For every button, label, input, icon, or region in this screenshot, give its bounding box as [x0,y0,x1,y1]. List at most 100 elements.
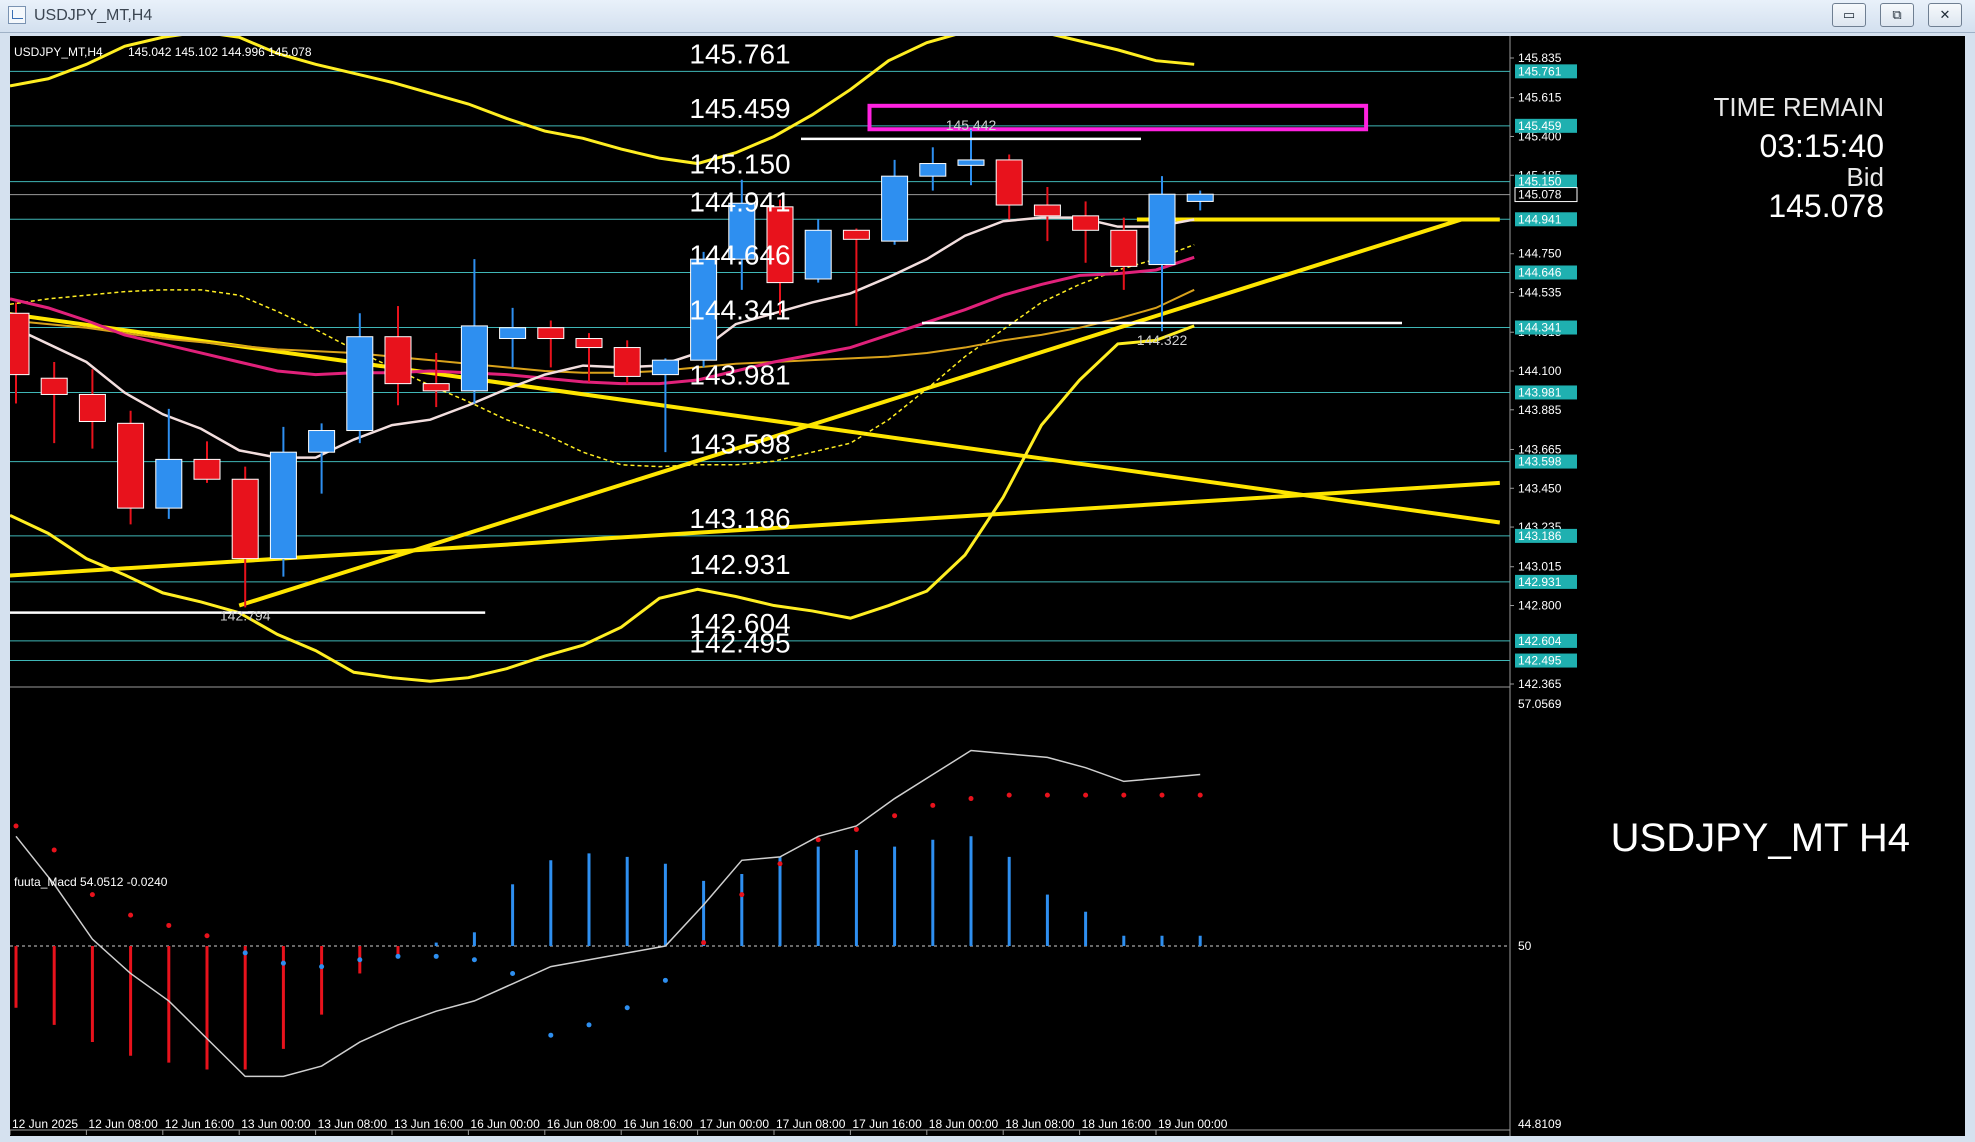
macd-signal-dot [1159,792,1165,798]
price-tick-label: 144.750 [1518,247,1562,261]
candle-body [1033,204,1061,217]
candle-body [651,359,679,376]
time-tick-label: 13 Jun 08:00 [318,1117,388,1131]
time-tick-label: 17 Jun 16:00 [852,1117,922,1131]
macd-signal-dot [853,826,859,832]
macd-signal-dot [968,796,974,802]
macd-axis-label: 50 [1518,939,1532,953]
macd-signal-dot [242,950,248,956]
swing-label: 144.322 [1137,332,1188,348]
time-tick-label: 17 Jun 00:00 [700,1117,770,1131]
candle-body [613,347,641,377]
candle-body [881,175,909,242]
level-tag-label: 142.604 [1518,634,1562,648]
candle-body [155,458,183,509]
macd-signal-dot [433,953,439,959]
macd-signal-dot [89,892,95,898]
level-chart-label: 143.598 [689,429,790,460]
macd-axis-label: 44.8109 [1518,1117,1562,1131]
macd-signal-dot [548,1032,554,1038]
macd-signal-dot [1083,792,1089,798]
terminal-window: USDJPY_MT,H4 ▭ ⧉ ✕ 142.794 145.442 144.322… [0,0,1975,1142]
macd-axis-label: 57.0569 [1518,697,1562,711]
time-tick-label: 13 Jun 00:00 [241,1117,311,1131]
price-chart[interactable]: 142.794 145.442 144.322 145.761 145.459 145.1… [10,36,1965,1136]
macd-signal-dot [1006,792,1012,798]
macd-signal-dot [930,802,936,808]
candle-body [995,159,1023,206]
level-tag-label: 143.981 [1518,385,1562,399]
time-axis: 12 Jun 2025 12 Jun 08:00 12 Jun 16:00 13 Ju… [10,1117,1228,1135]
trendline [238,217,1463,608]
close-button[interactable]: ✕ [1928,3,1962,27]
level-chart-label: 144.941 [689,186,790,217]
time-tick-label: 18 Jun 16:00 [1082,1117,1152,1131]
candle-body [78,393,106,423]
candle-body [460,325,488,392]
time-tick-label: 12 Jun 2025 [12,1117,78,1131]
time-tick-label: 18 Jun 00:00 [929,1117,999,1131]
level-chart-label: 145.761 [689,38,790,69]
time-tick-label: 12 Jun 08:00 [88,1117,158,1131]
level-chart-label: 144.341 [689,295,790,326]
level-chart-label: 142.931 [689,549,790,580]
macd-signal-dot [1121,792,1127,798]
time-tick-label: 16 Jun 00:00 [470,1117,540,1131]
level-tag-label: 144.646 [1518,265,1562,279]
price-tick-label: 143.885 [1518,403,1562,417]
level-tag-label: 143.598 [1518,455,1562,469]
minimize-button[interactable]: ▭ [1832,3,1866,27]
title-bar[interactable]: USDJPY_MT,H4 ▭ ⧉ ✕ [0,0,1975,33]
candle-body [117,422,145,509]
candle-body [804,229,832,280]
level-chart-label: 143.186 [689,503,790,534]
macd-signal-dot [128,912,134,918]
chart-area[interactable]: 142.794 145.442 144.322 145.761 145.459 145.1… [10,36,1965,1136]
chart-window-icon [8,6,26,24]
time-tick-label: 16 Jun 16:00 [623,1117,693,1131]
time-remain-label: TIME REMAIN [1714,92,1884,122]
candle-body [1110,229,1138,267]
time-tick-label: 16 Jun 08:00 [547,1117,617,1131]
macd-signal-dot [51,847,57,853]
symbol-watermark: USDJPY_MT H4 [1611,816,1910,860]
macd-signal-dot [319,964,325,970]
candle-body [919,163,947,177]
candle-body [957,159,985,166]
swing-label: 142.794 [220,608,271,624]
time-tick-label: 18 Jun 08:00 [1005,1117,1075,1131]
macd-signal-dot [13,823,19,829]
price-axis: 145.835145.615145.400145.185144.750144.5… [1510,51,1578,691]
price-tick-label: 142.800 [1518,599,1562,613]
macd-signal-dot [701,940,707,946]
level-chart-label: 145.150 [689,149,790,180]
level-tag-label: 145.150 [1518,175,1562,189]
price-tick-label: 144.535 [1518,286,1562,300]
bid-tag-label: 145.078 [1518,188,1562,202]
macd-signal-dot [510,970,516,976]
macd-signal-dot [739,892,745,898]
bid-value: 145.078 [1768,188,1884,224]
level-chart-label: 143.981 [689,359,790,390]
candle-body [231,478,259,560]
macd-signal-dot [1197,792,1203,798]
level-tag-label: 144.341 [1518,321,1562,335]
bollinger-middle [10,244,1195,468]
macd-signal-dot [586,1022,592,1028]
candle-body [537,327,565,340]
candle-body [10,312,30,376]
macd-signal-dot [357,957,363,963]
time-tick-label: 13 Jun 16:00 [394,1117,464,1131]
level-chart-label: 144.646 [689,239,790,270]
restore-button[interactable]: ⧉ [1880,3,1914,27]
macd-signal-dot [204,933,210,939]
price-tick-label: 143.450 [1518,481,1562,495]
macd-signal-dot [471,957,477,963]
level-tag-label: 142.931 [1518,575,1562,589]
candle-body [40,377,68,395]
time-tick-label: 17 Jun 08:00 [776,1117,846,1131]
macd-signal-dot [624,1005,630,1011]
candle-body [499,327,527,340]
price-tick-label: 145.835 [1518,51,1562,65]
macd-signal-dot [1044,792,1050,798]
